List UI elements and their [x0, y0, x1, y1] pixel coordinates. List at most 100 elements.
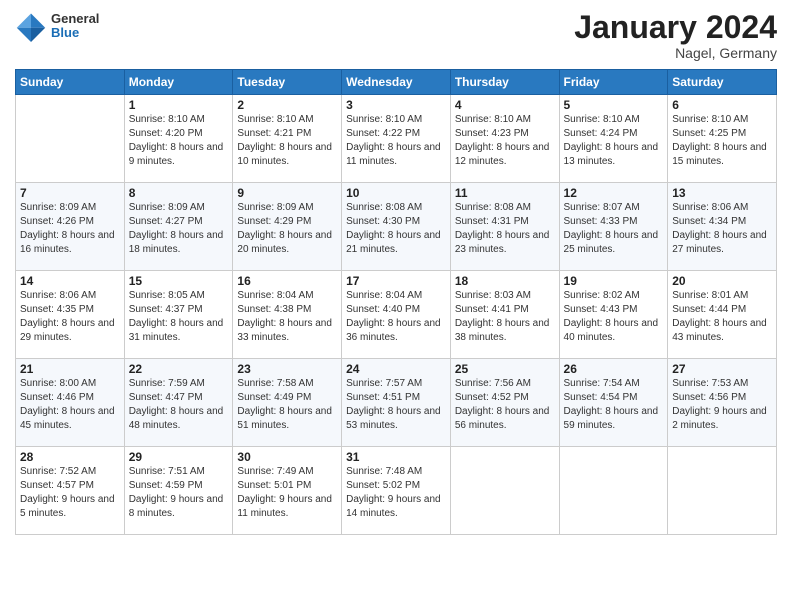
col-monday: Monday	[124, 70, 233, 95]
sunrise-text: Sunrise: 8:01 AM	[672, 290, 748, 301]
day-number: 16	[237, 274, 337, 288]
logo-blue: Blue	[51, 26, 99, 40]
day-info: Sunrise: 7:49 AM Sunset: 5:01 PM Dayligh…	[237, 465, 337, 521]
day-info: Sunrise: 8:01 AM Sunset: 4:44 PM Dayligh…	[672, 289, 772, 345]
day-number: 22	[129, 362, 229, 376]
sunset-text: Sunset: 4:41 PM	[455, 304, 529, 315]
day-number: 9	[237, 186, 337, 200]
sunrise-text: Sunrise: 7:54 AM	[564, 378, 640, 389]
col-thursday: Thursday	[450, 70, 559, 95]
day-info: Sunrise: 7:58 AM Sunset: 4:49 PM Dayligh…	[237, 377, 337, 433]
header-row: Sunday Monday Tuesday Wednesday Thursday…	[16, 70, 777, 95]
day-number: 25	[455, 362, 555, 376]
daylight-text: Daylight: 8 hours and 20 minutes.	[237, 230, 332, 255]
day-cell: 18 Sunrise: 8:03 AM Sunset: 4:41 PM Dayl…	[450, 271, 559, 359]
day-number: 21	[20, 362, 120, 376]
day-cell: 10 Sunrise: 8:08 AM Sunset: 4:30 PM Dayl…	[342, 183, 451, 271]
week-row-1: 1 Sunrise: 8:10 AM Sunset: 4:20 PM Dayli…	[16, 95, 777, 183]
day-cell: 4 Sunrise: 8:10 AM Sunset: 4:23 PM Dayli…	[450, 95, 559, 183]
sunrise-text: Sunrise: 8:00 AM	[20, 378, 96, 389]
day-cell: 13 Sunrise: 8:06 AM Sunset: 4:34 PM Dayl…	[668, 183, 777, 271]
day-number: 10	[346, 186, 446, 200]
day-cell: 24 Sunrise: 7:57 AM Sunset: 4:51 PM Dayl…	[342, 359, 451, 447]
day-cell: 17 Sunrise: 8:04 AM Sunset: 4:40 PM Dayl…	[342, 271, 451, 359]
day-number: 6	[672, 98, 772, 112]
sunset-text: Sunset: 4:51 PM	[346, 392, 420, 403]
day-cell: 31 Sunrise: 7:48 AM Sunset: 5:02 PM Dayl…	[342, 447, 451, 535]
sunrise-text: Sunrise: 8:10 AM	[455, 114, 531, 125]
daylight-text: Daylight: 9 hours and 11 minutes.	[237, 494, 332, 519]
day-number: 28	[20, 450, 120, 464]
sunrise-text: Sunrise: 7:58 AM	[237, 378, 313, 389]
daylight-text: Daylight: 8 hours and 48 minutes.	[129, 406, 224, 431]
day-number: 1	[129, 98, 229, 112]
daylight-text: Daylight: 8 hours and 18 minutes.	[129, 230, 224, 255]
day-info: Sunrise: 8:08 AM Sunset: 4:31 PM Dayligh…	[455, 201, 555, 257]
day-info: Sunrise: 8:10 AM Sunset: 4:23 PM Dayligh…	[455, 113, 555, 169]
sunrise-text: Sunrise: 7:48 AM	[346, 466, 422, 477]
week-row-3: 14 Sunrise: 8:06 AM Sunset: 4:35 PM Dayl…	[16, 271, 777, 359]
col-friday: Friday	[559, 70, 668, 95]
day-cell: 29 Sunrise: 7:51 AM Sunset: 4:59 PM Dayl…	[124, 447, 233, 535]
day-number: 19	[564, 274, 664, 288]
sunrise-text: Sunrise: 8:10 AM	[564, 114, 640, 125]
day-info: Sunrise: 7:52 AM Sunset: 4:57 PM Dayligh…	[20, 465, 120, 521]
day-cell: 9 Sunrise: 8:09 AM Sunset: 4:29 PM Dayli…	[233, 183, 342, 271]
day-info: Sunrise: 8:03 AM Sunset: 4:41 PM Dayligh…	[455, 289, 555, 345]
sunrise-text: Sunrise: 7:56 AM	[455, 378, 531, 389]
day-number: 11	[455, 186, 555, 200]
daylight-text: Daylight: 8 hours and 36 minutes.	[346, 318, 441, 343]
daylight-text: Daylight: 8 hours and 27 minutes.	[672, 230, 767, 255]
sunset-text: Sunset: 4:56 PM	[672, 392, 746, 403]
daylight-text: Daylight: 8 hours and 40 minutes.	[564, 318, 659, 343]
daylight-text: Daylight: 8 hours and 51 minutes.	[237, 406, 332, 431]
day-cell: 2 Sunrise: 8:10 AM Sunset: 4:21 PM Dayli…	[233, 95, 342, 183]
sunset-text: Sunset: 4:46 PM	[20, 392, 94, 403]
col-sunday: Sunday	[16, 70, 125, 95]
daylight-text: Daylight: 8 hours and 38 minutes.	[455, 318, 550, 343]
day-info: Sunrise: 8:08 AM Sunset: 4:30 PM Dayligh…	[346, 201, 446, 257]
day-cell: 21 Sunrise: 8:00 AM Sunset: 4:46 PM Dayl…	[16, 359, 125, 447]
col-wednesday: Wednesday	[342, 70, 451, 95]
sunset-text: Sunset: 4:24 PM	[564, 128, 638, 139]
sunset-text: Sunset: 4:40 PM	[346, 304, 420, 315]
day-number: 20	[672, 274, 772, 288]
page: General Blue January 2024 Nagel, Germany…	[0, 0, 792, 612]
day-info: Sunrise: 8:10 AM Sunset: 4:24 PM Dayligh…	[564, 113, 664, 169]
sunset-text: Sunset: 4:47 PM	[129, 392, 203, 403]
sunrise-text: Sunrise: 8:08 AM	[455, 202, 531, 213]
daylight-text: Daylight: 8 hours and 31 minutes.	[129, 318, 224, 343]
day-cell: 8 Sunrise: 8:09 AM Sunset: 4:27 PM Dayli…	[124, 183, 233, 271]
sunrise-text: Sunrise: 8:09 AM	[129, 202, 205, 213]
day-cell: 1 Sunrise: 8:10 AM Sunset: 4:20 PM Dayli…	[124, 95, 233, 183]
sunset-text: Sunset: 4:26 PM	[20, 216, 94, 227]
sunrise-text: Sunrise: 8:09 AM	[20, 202, 96, 213]
sunset-text: Sunset: 4:23 PM	[455, 128, 529, 139]
daylight-text: Daylight: 8 hours and 56 minutes.	[455, 406, 550, 431]
day-info: Sunrise: 8:06 AM Sunset: 4:34 PM Dayligh…	[672, 201, 772, 257]
day-cell: 5 Sunrise: 8:10 AM Sunset: 4:24 PM Dayli…	[559, 95, 668, 183]
sunrise-text: Sunrise: 8:10 AM	[346, 114, 422, 125]
day-cell: 7 Sunrise: 8:09 AM Sunset: 4:26 PM Dayli…	[16, 183, 125, 271]
logo-icon	[15, 10, 47, 42]
day-cell: 15 Sunrise: 8:05 AM Sunset: 4:37 PM Dayl…	[124, 271, 233, 359]
day-cell: 12 Sunrise: 8:07 AM Sunset: 4:33 PM Dayl…	[559, 183, 668, 271]
day-info: Sunrise: 7:59 AM Sunset: 4:47 PM Dayligh…	[129, 377, 229, 433]
daylight-text: Daylight: 8 hours and 15 minutes.	[672, 142, 767, 167]
daylight-text: Daylight: 8 hours and 43 minutes.	[672, 318, 767, 343]
day-cell: 16 Sunrise: 8:04 AM Sunset: 4:38 PM Dayl…	[233, 271, 342, 359]
sunrise-text: Sunrise: 8:09 AM	[237, 202, 313, 213]
daylight-text: Daylight: 8 hours and 13 minutes.	[564, 142, 659, 167]
sunset-text: Sunset: 4:31 PM	[455, 216, 529, 227]
day-cell: 30 Sunrise: 7:49 AM Sunset: 5:01 PM Dayl…	[233, 447, 342, 535]
week-row-4: 21 Sunrise: 8:00 AM Sunset: 4:46 PM Dayl…	[16, 359, 777, 447]
sunrise-text: Sunrise: 8:05 AM	[129, 290, 205, 301]
day-cell: 14 Sunrise: 8:06 AM Sunset: 4:35 PM Dayl…	[16, 271, 125, 359]
day-number: 12	[564, 186, 664, 200]
day-info: Sunrise: 7:48 AM Sunset: 5:02 PM Dayligh…	[346, 465, 446, 521]
sunset-text: Sunset: 4:35 PM	[20, 304, 94, 315]
daylight-text: Daylight: 8 hours and 9 minutes.	[129, 142, 224, 167]
day-cell: 25 Sunrise: 7:56 AM Sunset: 4:52 PM Dayl…	[450, 359, 559, 447]
day-number: 4	[455, 98, 555, 112]
daylight-text: Daylight: 8 hours and 12 minutes.	[455, 142, 550, 167]
